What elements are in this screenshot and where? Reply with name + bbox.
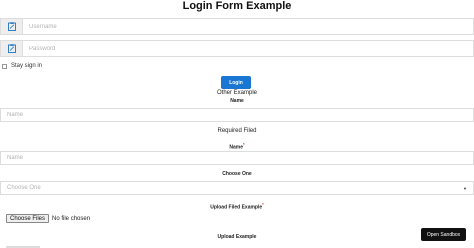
username-input[interactable] [23,19,473,34]
required-name-input[interactable] [0,151,474,165]
open-sandbox-button[interactable]: Open Sandbox [421,228,466,241]
no-file-chosen-text: No file chosen [52,215,91,222]
other-example-heading: Other Example [216,90,258,96]
choose-one-select-value: Choose One [7,185,41,191]
password-input-group [0,40,474,57]
stay-signed-in-label: Stay sign in [11,63,43,69]
login-button[interactable]: Login [221,76,251,89]
stay-signed-in-checkbox[interactable] [2,63,7,69]
upload-filed-example-label-row: Upload Filed Example* [0,201,474,212]
login-form-page: Login Form Example Stay sign in Login [0,0,474,248]
file-input: Choose Files No file chosen [6,214,90,223]
stay-signed-in-row: Stay sign in [2,62,42,70]
page-title: Login Form Example [182,0,292,12]
password-input[interactable] [23,41,473,56]
caret-down-icon: ▼ [463,185,467,191]
required-marker: * [262,202,264,207]
clipboard-icon [1,41,23,56]
choose-files-button[interactable]: Choose Files [6,214,50,223]
username-input-group [0,18,474,35]
required-filed-heading: Required Filed [217,128,257,134]
clipboard-icon [1,19,23,34]
other-example-name-input[interactable] [0,108,474,122]
upload-filed-example-label: Upload Filed Example [210,204,263,211]
choose-one-select[interactable]: Choose One ▼ [0,181,474,195]
choose-one-label: Choose One [222,171,252,177]
other-example-name-label: Name [230,98,244,104]
upload-example-label: Upload Example [217,234,257,240]
required-name-label: Name [229,144,243,151]
required-marker: * [243,142,245,147]
